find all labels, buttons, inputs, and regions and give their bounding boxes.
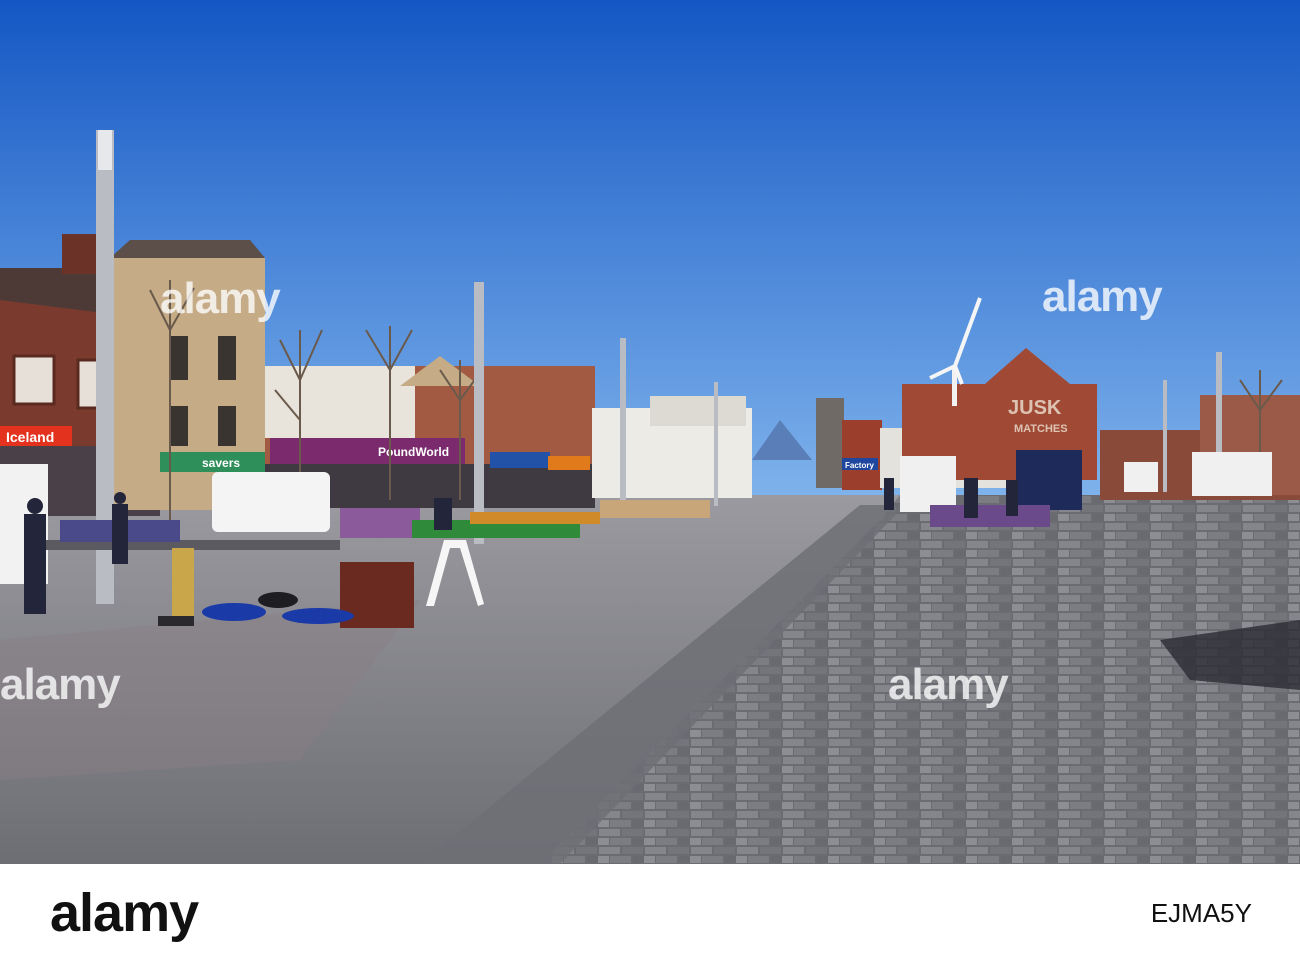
sign-matches: MATCHES [1014,423,1068,435]
window-tan-4 [218,406,236,446]
parade-orange-fascia [548,456,590,470]
building-red-centre [842,420,882,490]
alamy-logo: alamy [50,883,199,943]
chimney-left [62,234,98,274]
sign-poundworld: PoundWorld [378,445,449,459]
watermark: alamy [1042,272,1163,321]
stock-photo-frame: Iceland savers PoundWorld Factory JUSK M… [0,0,1300,955]
watermark: alamy [160,274,281,323]
sign-factory: Factory [845,461,874,470]
roof-tan [110,240,265,258]
parade-blue-fascia [490,452,550,468]
sign-jusk: JUSK [1008,397,1062,419]
parade-upper-white [265,366,415,438]
window-tan-1 [170,336,188,380]
watermark: alamy [888,660,1009,709]
watermark: alamy [0,660,121,709]
stock-footer-bar: alamy EJMA5Y [0,864,1300,955]
sign-iceland: Iceland [6,429,54,445]
window-tan-2 [218,336,236,380]
window-left-1 [12,354,56,406]
window-tan-3 [170,406,188,446]
building-white-tower [650,396,746,426]
image-id: EJMA5Y [1150,898,1252,928]
market-square-photo: Iceland savers PoundWorld Factory JUSK M… [0,0,1300,864]
scene-illustration: Iceland savers PoundWorld Factory JUSK M… [0,0,1300,864]
building-stone-block [816,398,844,488]
sign-savers: savers [202,456,240,470]
